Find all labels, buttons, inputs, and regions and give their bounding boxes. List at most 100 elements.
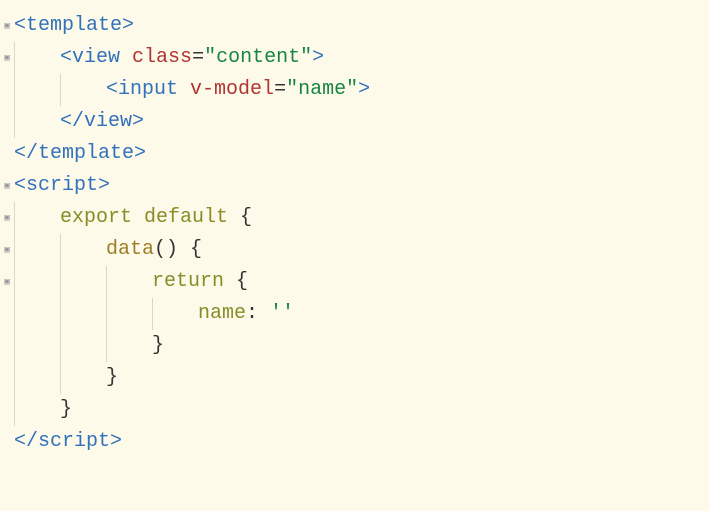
token-keyword: return: [152, 266, 224, 298]
token-attr-name: v-model: [190, 74, 274, 106]
indent-guide: [14, 298, 60, 330]
code-line[interactable]: ▣ data() {: [0, 234, 709, 266]
code-line[interactable]: ▣ <view class="content">: [0, 42, 709, 74]
token-plain: [224, 266, 236, 298]
indent-guide: [14, 202, 60, 234]
indent-guide: [60, 74, 106, 106]
token-plain: [120, 42, 132, 74]
token-tag-bracket: <: [14, 10, 26, 42]
token-tag-name: script: [26, 170, 98, 202]
fold-icon[interactable]: ▣: [4, 182, 9, 191]
indent-guide: [60, 298, 106, 330]
fold-icon[interactable]: ▣: [4, 54, 9, 63]
indent-guide: [14, 266, 60, 298]
token-tag-bracket: >: [358, 74, 370, 106]
fold-icon[interactable]: ▣: [4, 246, 9, 255]
code-content[interactable]: }: [106, 362, 118, 394]
token-tag-bracket: <: [106, 74, 118, 106]
gutter-fold-marker[interactable]: ▣: [0, 182, 14, 191]
code-line[interactable]: </view>: [0, 106, 709, 138]
indent-guide: [106, 266, 152, 298]
token-tag-bracket: </: [14, 426, 38, 458]
indent-guide: [14, 394, 60, 426]
code-line[interactable]: </script>: [0, 426, 709, 458]
token-tag-name: template: [38, 138, 134, 170]
token-plain: [178, 74, 190, 106]
code-content[interactable]: <view class="content">: [60, 42, 324, 74]
token-tag-name: template: [26, 10, 122, 42]
code-content[interactable]: data() {: [106, 234, 202, 266]
fold-icon[interactable]: ▣: [4, 214, 9, 223]
indent-guide: [14, 330, 60, 362]
token-brace: }: [60, 394, 72, 426]
indent-guide: [14, 74, 60, 106]
indent-guide: [106, 330, 152, 362]
token-attr-name: class: [132, 42, 192, 74]
code-line[interactable]: }: [0, 330, 709, 362]
token-tag-bracket: >: [312, 42, 324, 74]
indent-guide: [106, 298, 152, 330]
code-editor[interactable]: ▣<template>▣<view class="content"><input…: [0, 10, 709, 458]
gutter-fold-marker[interactable]: ▣: [0, 22, 14, 31]
token-prop-name: name: [198, 298, 246, 330]
gutter-fold-marker[interactable]: ▣: [0, 214, 14, 223]
token-tag-name: view: [84, 106, 132, 138]
token-brace: {: [240, 202, 252, 234]
fold-icon[interactable]: ▣: [4, 278, 9, 287]
token-tag-bracket: >: [110, 426, 122, 458]
token-tag-bracket: <: [14, 170, 26, 202]
token-string: '': [270, 298, 294, 330]
token-brace: {: [190, 234, 202, 266]
indent-guide: [14, 42, 60, 74]
indent-guide: [14, 106, 60, 138]
code-content[interactable]: return {: [152, 266, 248, 298]
token-brace: }: [106, 362, 118, 394]
gutter-fold-marker[interactable]: ▣: [0, 278, 14, 287]
code-line[interactable]: }: [0, 362, 709, 394]
token-tag-bracket: >: [132, 106, 144, 138]
code-line[interactable]: ▣ return {: [0, 266, 709, 298]
indent-guide: [60, 234, 106, 266]
gutter-fold-marker[interactable]: ▣: [0, 54, 14, 63]
token-tag-bracket: >: [98, 170, 110, 202]
code-content[interactable]: <input v-model="name">: [106, 74, 370, 106]
indent-guide: [60, 266, 106, 298]
fold-icon[interactable]: ▣: [4, 22, 9, 31]
token-plain: [228, 202, 240, 234]
indent-guide: [14, 362, 60, 394]
token-tag-bracket: >: [134, 138, 146, 170]
code-line[interactable]: ▣ export default {: [0, 202, 709, 234]
token-brace: {: [236, 266, 248, 298]
code-line[interactable]: name: '': [0, 298, 709, 330]
token-tag-name: view: [72, 42, 120, 74]
code-content[interactable]: </script>: [14, 426, 122, 458]
code-content[interactable]: </template>: [14, 138, 146, 170]
indent-guide: [60, 330, 106, 362]
code-content[interactable]: export default {: [60, 202, 252, 234]
token-plain: :: [246, 298, 270, 330]
token-tag-bracket: <: [60, 42, 72, 74]
code-line[interactable]: ▣ <script>: [0, 170, 709, 202]
code-content[interactable]: <script>: [14, 170, 110, 202]
indent-guide: [60, 362, 106, 394]
token-func-name: data: [106, 234, 154, 266]
gutter-fold-marker[interactable]: ▣: [0, 246, 14, 255]
token-attr-value: "name": [286, 74, 358, 106]
token-tag-name: script: [38, 426, 110, 458]
token-tag-bracket: </: [14, 138, 38, 170]
code-line[interactable]: <input v-model="name">: [0, 74, 709, 106]
code-line[interactable]: ▣ <template>: [0, 10, 709, 42]
indent-guide: [152, 298, 198, 330]
code-content[interactable]: name: '': [198, 298, 294, 330]
code-content[interactable]: }: [60, 394, 72, 426]
code-content[interactable]: </view>: [60, 106, 144, 138]
token-plain: [178, 234, 190, 266]
token-brace: }: [152, 330, 164, 362]
indent-guide: [14, 234, 60, 266]
code-line[interactable]: }: [0, 394, 709, 426]
token-tag-name: input: [118, 74, 178, 106]
code-content[interactable]: <template>: [14, 10, 134, 42]
code-line[interactable]: </template>: [0, 138, 709, 170]
token-plain: =: [192, 42, 204, 74]
code-content[interactable]: }: [152, 330, 164, 362]
